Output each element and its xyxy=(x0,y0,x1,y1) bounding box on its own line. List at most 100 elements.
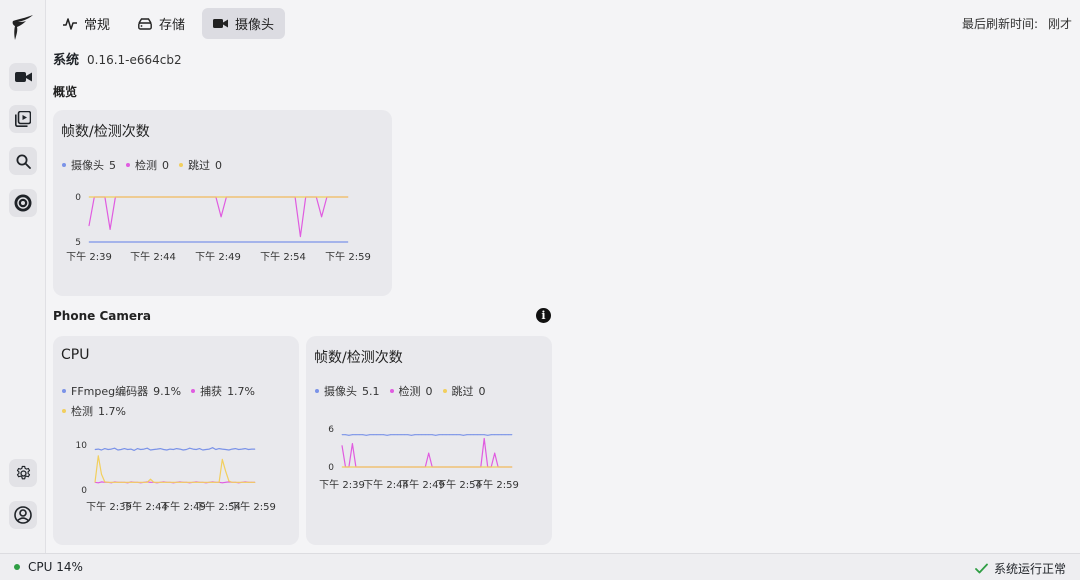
data-point xyxy=(352,434,353,436)
data-point xyxy=(355,466,357,468)
last-refresh-label: 最后刷新时间: xyxy=(961,17,1038,31)
x-tick-label: 下午 2:44 xyxy=(130,250,176,263)
data-point xyxy=(442,466,443,468)
data-point xyxy=(470,466,471,468)
sidebar-frigate-plus-button[interactable] xyxy=(9,189,37,217)
data-point xyxy=(110,448,112,450)
data-point xyxy=(326,241,328,243)
data-point xyxy=(244,448,246,449)
data-point xyxy=(456,466,457,468)
data-point xyxy=(284,196,285,198)
data-point xyxy=(136,241,137,243)
data-point xyxy=(449,434,450,436)
data-point xyxy=(321,241,322,243)
data-point xyxy=(428,466,430,468)
tab-cameras[interactable]: 摄像头 xyxy=(202,8,286,39)
data-point xyxy=(228,480,230,482)
data-point xyxy=(157,196,159,198)
tab-general[interactable]: 常规 xyxy=(52,8,121,39)
data-point xyxy=(501,466,502,468)
data-point xyxy=(241,481,243,483)
data-point xyxy=(365,466,367,468)
data-point xyxy=(179,448,181,450)
sidebar-explore-button[interactable] xyxy=(9,147,37,175)
data-point xyxy=(120,241,122,243)
data-point xyxy=(194,196,196,198)
data-point xyxy=(449,466,450,468)
data-point xyxy=(130,481,132,483)
data-point xyxy=(463,434,464,436)
data-point xyxy=(215,481,217,483)
tab-label: 存储 xyxy=(159,18,186,33)
data-point xyxy=(365,434,367,436)
data-point xyxy=(205,449,207,450)
data-point xyxy=(241,241,243,243)
data-point xyxy=(210,241,212,243)
data-point xyxy=(300,236,301,237)
series-line xyxy=(341,437,512,468)
data-point xyxy=(133,481,135,483)
tab-storage[interactable]: 存储 xyxy=(127,8,196,39)
data-point xyxy=(104,481,106,483)
data-point xyxy=(487,466,489,468)
data-point xyxy=(235,448,236,449)
data-point xyxy=(254,448,256,450)
data-point xyxy=(125,241,127,243)
data-point xyxy=(238,449,240,450)
data-point xyxy=(466,466,468,468)
y-tick-label: 0 xyxy=(81,486,87,496)
data-point xyxy=(315,241,317,243)
data-point xyxy=(153,481,155,483)
x-tick-label: 下午 2:54 xyxy=(260,250,306,263)
data-point xyxy=(348,434,350,436)
data-point xyxy=(473,466,475,468)
data-point xyxy=(208,481,210,483)
data-point xyxy=(417,466,419,468)
data-point xyxy=(107,481,109,483)
data-point xyxy=(289,196,291,198)
data-point xyxy=(178,241,180,243)
data-point xyxy=(417,434,419,436)
series-line xyxy=(88,196,348,238)
data-point xyxy=(183,241,185,243)
data-point xyxy=(452,466,454,468)
data-point xyxy=(140,481,142,483)
check-icon xyxy=(975,563,988,574)
data-point xyxy=(204,196,206,198)
sidebar-live-button[interactable] xyxy=(9,63,37,91)
data-point xyxy=(289,241,291,243)
data-point xyxy=(278,196,280,198)
data-point xyxy=(152,196,153,198)
data-point xyxy=(358,466,360,468)
sidebar-settings-button[interactable] xyxy=(9,459,37,487)
data-point xyxy=(244,481,246,483)
y-tick-label: 0 xyxy=(328,463,334,473)
info-icon[interactable]: i xyxy=(536,308,551,323)
tab-label: 常规 xyxy=(84,18,111,33)
sidebar-review-button[interactable] xyxy=(9,105,37,133)
data-point xyxy=(215,449,217,450)
data-point xyxy=(88,241,90,243)
tab-label: 摄像头 xyxy=(235,18,275,33)
sidebar-account-button[interactable] xyxy=(9,501,37,529)
frigate-logo-icon[interactable] xyxy=(10,12,36,42)
data-point xyxy=(487,434,489,436)
data-point xyxy=(162,241,164,243)
data-point xyxy=(452,434,454,436)
data-point xyxy=(376,434,378,436)
data-point xyxy=(218,448,220,449)
data-point xyxy=(305,241,307,243)
data-point xyxy=(183,196,185,198)
data-point xyxy=(195,449,197,450)
data-point xyxy=(352,466,353,468)
data-point xyxy=(268,196,270,198)
data-point xyxy=(263,241,264,243)
data-point xyxy=(397,466,398,468)
data-point xyxy=(476,466,478,468)
health-status[interactable]: 系统运行正常 xyxy=(975,560,1066,577)
data-point xyxy=(114,447,115,449)
cpu-status[interactable]: CPU 14% xyxy=(14,560,83,574)
data-point xyxy=(397,434,398,436)
data-point xyxy=(337,196,338,198)
data-point xyxy=(94,481,96,483)
